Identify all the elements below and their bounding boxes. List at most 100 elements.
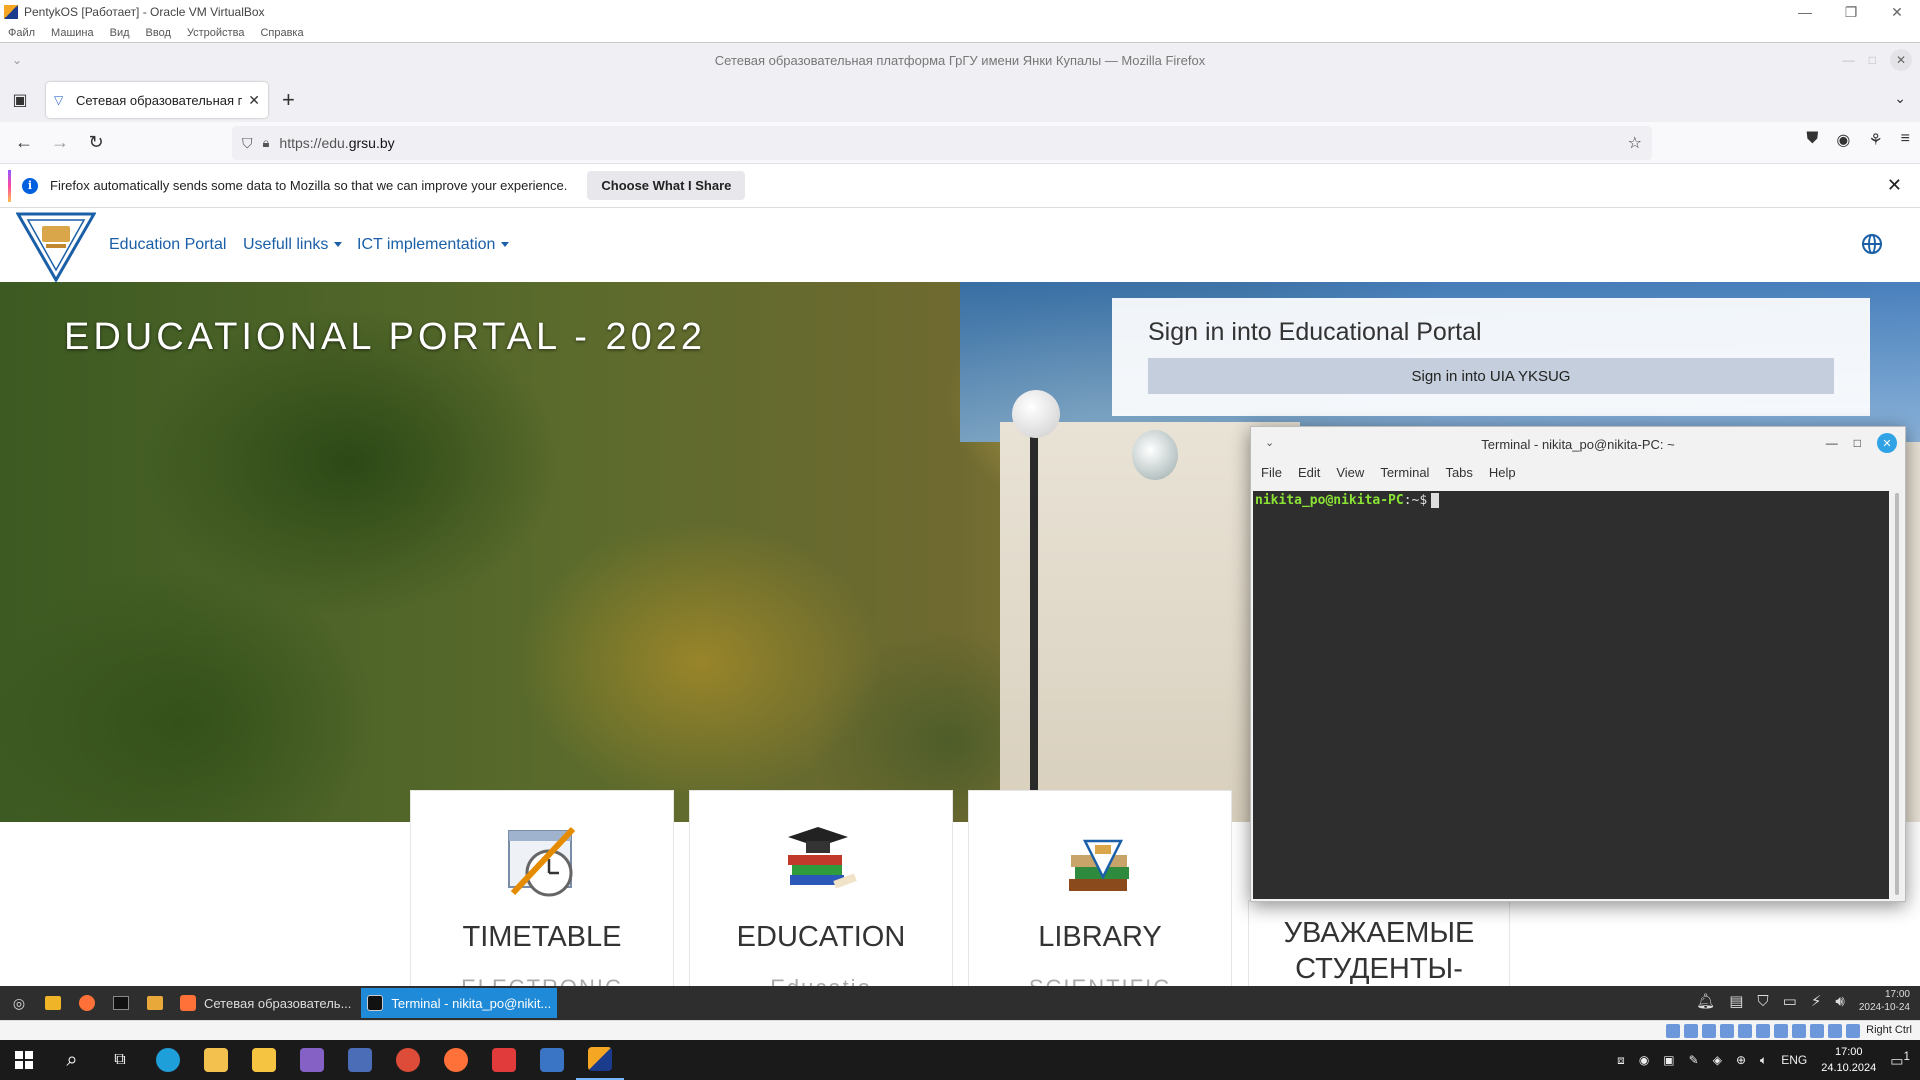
terminal-output[interactable]: nikita_po@nikita-PC:~$ xyxy=(1253,491,1889,899)
shield-icon[interactable]: ⛉ xyxy=(1757,993,1768,1010)
notification-close-icon[interactable]: ✕ xyxy=(1887,175,1902,196)
windows-clock[interactable]: 17:00 24.10.2024 xyxy=(1821,1044,1876,1076)
pen-tray-icon[interactable]: ✎ xyxy=(1689,1053,1699,1067)
edge-icon[interactable] xyxy=(144,1040,192,1080)
choose-what-i-share-button[interactable]: Choose What I Share xyxy=(587,171,746,200)
reload-icon[interactable]: ↻ xyxy=(78,125,114,161)
window-list-icon[interactable]: ▭ xyxy=(1783,992,1797,1010)
vbox-menu-view[interactable]: Вид xyxy=(110,27,130,39)
list-all-tabs-chevron-icon[interactable]: ⌄ xyxy=(1894,90,1906,107)
firefox-icon[interactable] xyxy=(432,1040,480,1080)
task-view-icon[interactable]: ⧉ xyxy=(96,1040,144,1080)
vbox-menu-help[interactable]: Справка xyxy=(260,27,303,39)
firefox-view-icon[interactable]: ▣ xyxy=(0,78,40,122)
vbox-menu-devices[interactable]: Устройства xyxy=(187,27,245,39)
pocket-icon[interactable]: ⛊ xyxy=(1806,130,1818,150)
network-globe-icon[interactable]: ⊕ xyxy=(1736,1053,1746,1067)
pen-tool-icon[interactable] xyxy=(192,1040,240,1080)
display-icon[interactable] xyxy=(1774,1024,1788,1038)
url-text[interactable]: https://edu.grsu.by xyxy=(279,135,1627,151)
notifications-bell-icon[interactable]: 🔔︎ xyxy=(1696,992,1715,1010)
new-tab-icon[interactable]: + xyxy=(282,87,295,113)
signin-uia-button[interactable]: Sign in into UIA YKSUG xyxy=(1148,358,1834,394)
window-menu-chevron-icon[interactable]: ⌄ xyxy=(1265,436,1274,449)
chrome-icon[interactable] xyxy=(384,1040,432,1080)
card-timetable[interactable]: TIMETABLE ELECTRONIC xyxy=(410,790,674,990)
minimize-icon[interactable]: — xyxy=(1843,53,1855,67)
card-notice[interactable]: УВАЖАЕМЫЕ СТУДЕНТЫ- xyxy=(1248,900,1510,1000)
taskbar-window-firefox[interactable]: Сетевая образователь... xyxy=(174,988,357,1018)
minimize-icon[interactable]: — xyxy=(1826,436,1838,450)
tab-edu-grsu[interactable]: ▽ Сетевая образовательная платформа ГрГУ… xyxy=(46,82,268,118)
speaker-muted-icon[interactable]: 🔈︎ xyxy=(1760,1053,1767,1068)
cube-app-icon[interactable] xyxy=(528,1040,576,1080)
maximize-icon[interactable]: □ xyxy=(1854,436,1861,450)
vbox-menu-file[interactable]: Файл xyxy=(8,27,35,39)
app-tray-icon[interactable]: ⧈ xyxy=(1617,1053,1625,1068)
hamburger-menu-icon[interactable]: ≡ xyxy=(1901,130,1910,150)
maximize-icon[interactable]: □ xyxy=(1869,53,1876,67)
back-arrow-icon[interactable]: ← xyxy=(6,125,42,161)
close-icon[interactable]: ✕ xyxy=(1890,49,1912,71)
vbox-menu-machine[interactable]: Машина xyxy=(51,27,94,39)
restore-icon[interactable]: ❐ xyxy=(1828,0,1874,24)
search-icon[interactable]: ⌕ xyxy=(48,1040,96,1080)
show-desktop-icon[interactable] xyxy=(38,988,68,1018)
notification-center-icon[interactable]: ▭1 xyxy=(1890,1050,1910,1070)
terminal-menu-view[interactable]: View xyxy=(1336,465,1364,480)
lock-icon[interactable]: 🔒︎ xyxy=(263,135,270,151)
terminal-menu-file[interactable]: File xyxy=(1261,465,1282,480)
nav-education-portal[interactable]: Education Portal xyxy=(109,236,226,254)
tray-app-icon[interactable]: ▣ xyxy=(1663,1053,1674,1067)
power-icon[interactable]: ⚡︎ xyxy=(1811,992,1822,1010)
taskbar-window-terminal[interactable]: Terminal - nikita_po@nikit... xyxy=(361,988,558,1018)
nav-ict-implementation[interactable]: ICT implementation xyxy=(357,236,510,254)
vscode-tray-icon[interactable]: ◈ xyxy=(1713,1053,1722,1067)
save-disk-icon[interactable] xyxy=(336,1040,384,1080)
card-education[interactable]: EDUCATION Educatio xyxy=(689,790,953,990)
recording-icon[interactable] xyxy=(1792,1024,1806,1038)
extensions-icon[interactable]: ⚘ xyxy=(1868,130,1882,150)
url-bar[interactable]: ⛉ 🔒︎ https://edu.grsu.by ☆ xyxy=(232,126,1652,160)
account-icon[interactable]: ◉ xyxy=(1836,130,1850,150)
shared-folders-icon[interactable] xyxy=(1756,1024,1770,1038)
audio-icon[interactable] xyxy=(1702,1024,1716,1038)
network-icon[interactable] xyxy=(1720,1024,1734,1038)
firefox-launcher-icon[interactable] xyxy=(72,988,102,1018)
virtualbox-icon[interactable] xyxy=(576,1040,624,1080)
file-explorer-icon[interactable] xyxy=(240,1040,288,1080)
language-indicator[interactable]: ENG xyxy=(1781,1053,1807,1067)
forward-arrow-icon[interactable]: → xyxy=(42,125,78,161)
tracking-shield-icon[interactable]: ⛉ xyxy=(242,135,253,152)
terminal-menu-terminal[interactable]: Terminal xyxy=(1380,465,1429,480)
nav-usefull-links[interactable]: Usefull links xyxy=(243,236,343,254)
host-key-label[interactable]: Right Ctrl xyxy=(1866,1024,1912,1036)
card-library[interactable]: LIBRARY SCIENTIFIC xyxy=(968,790,1232,990)
terminal-titlebar[interactable]: ⌄ Terminal - nikita_po@nikita-PC: ~ — □ … xyxy=(1251,427,1905,461)
keyboard-icon[interactable] xyxy=(1846,1024,1860,1038)
grsu-logo-icon[interactable] xyxy=(16,212,96,282)
terminal-menu-edit[interactable]: Edit xyxy=(1298,465,1320,480)
visual-studio-icon[interactable] xyxy=(288,1040,336,1080)
close-icon[interactable]: ✕ xyxy=(1877,433,1897,453)
close-icon[interactable]: ✕ xyxy=(1874,0,1920,24)
terminal-scrollbar[interactable] xyxy=(1891,491,1903,899)
terminal-menu-tabs[interactable]: Tabs xyxy=(1445,465,1472,480)
cpu-icon[interactable] xyxy=(1810,1024,1824,1038)
usb-icon[interactable] xyxy=(1738,1024,1752,1038)
volume-icon[interactable]: 🔊︎ xyxy=(1835,993,1844,1010)
files-launcher-icon[interactable] xyxy=(140,988,170,1018)
clipboard-icon[interactable]: ▤ xyxy=(1729,992,1743,1010)
terminal-launcher-icon[interactable] xyxy=(106,988,136,1018)
bookmark-star-icon[interactable]: ☆ xyxy=(1628,133,1642,153)
red-cross-app-icon[interactable] xyxy=(480,1040,528,1080)
steam-icon[interactable]: ◉ xyxy=(1639,1053,1649,1067)
optical-drive-icon[interactable] xyxy=(1684,1024,1698,1038)
terminal-menu-help[interactable]: Help xyxy=(1489,465,1516,480)
hard-disk-icon[interactable] xyxy=(1666,1024,1680,1038)
mint-menu-icon[interactable]: ◎ xyxy=(4,988,34,1018)
window-menu-chevron-icon[interactable]: ⌄ xyxy=(12,53,22,67)
windows-start-button[interactable] xyxy=(0,1040,48,1080)
minimize-icon[interactable]: — xyxy=(1782,0,1828,24)
globe-language-icon[interactable] xyxy=(1862,234,1882,254)
